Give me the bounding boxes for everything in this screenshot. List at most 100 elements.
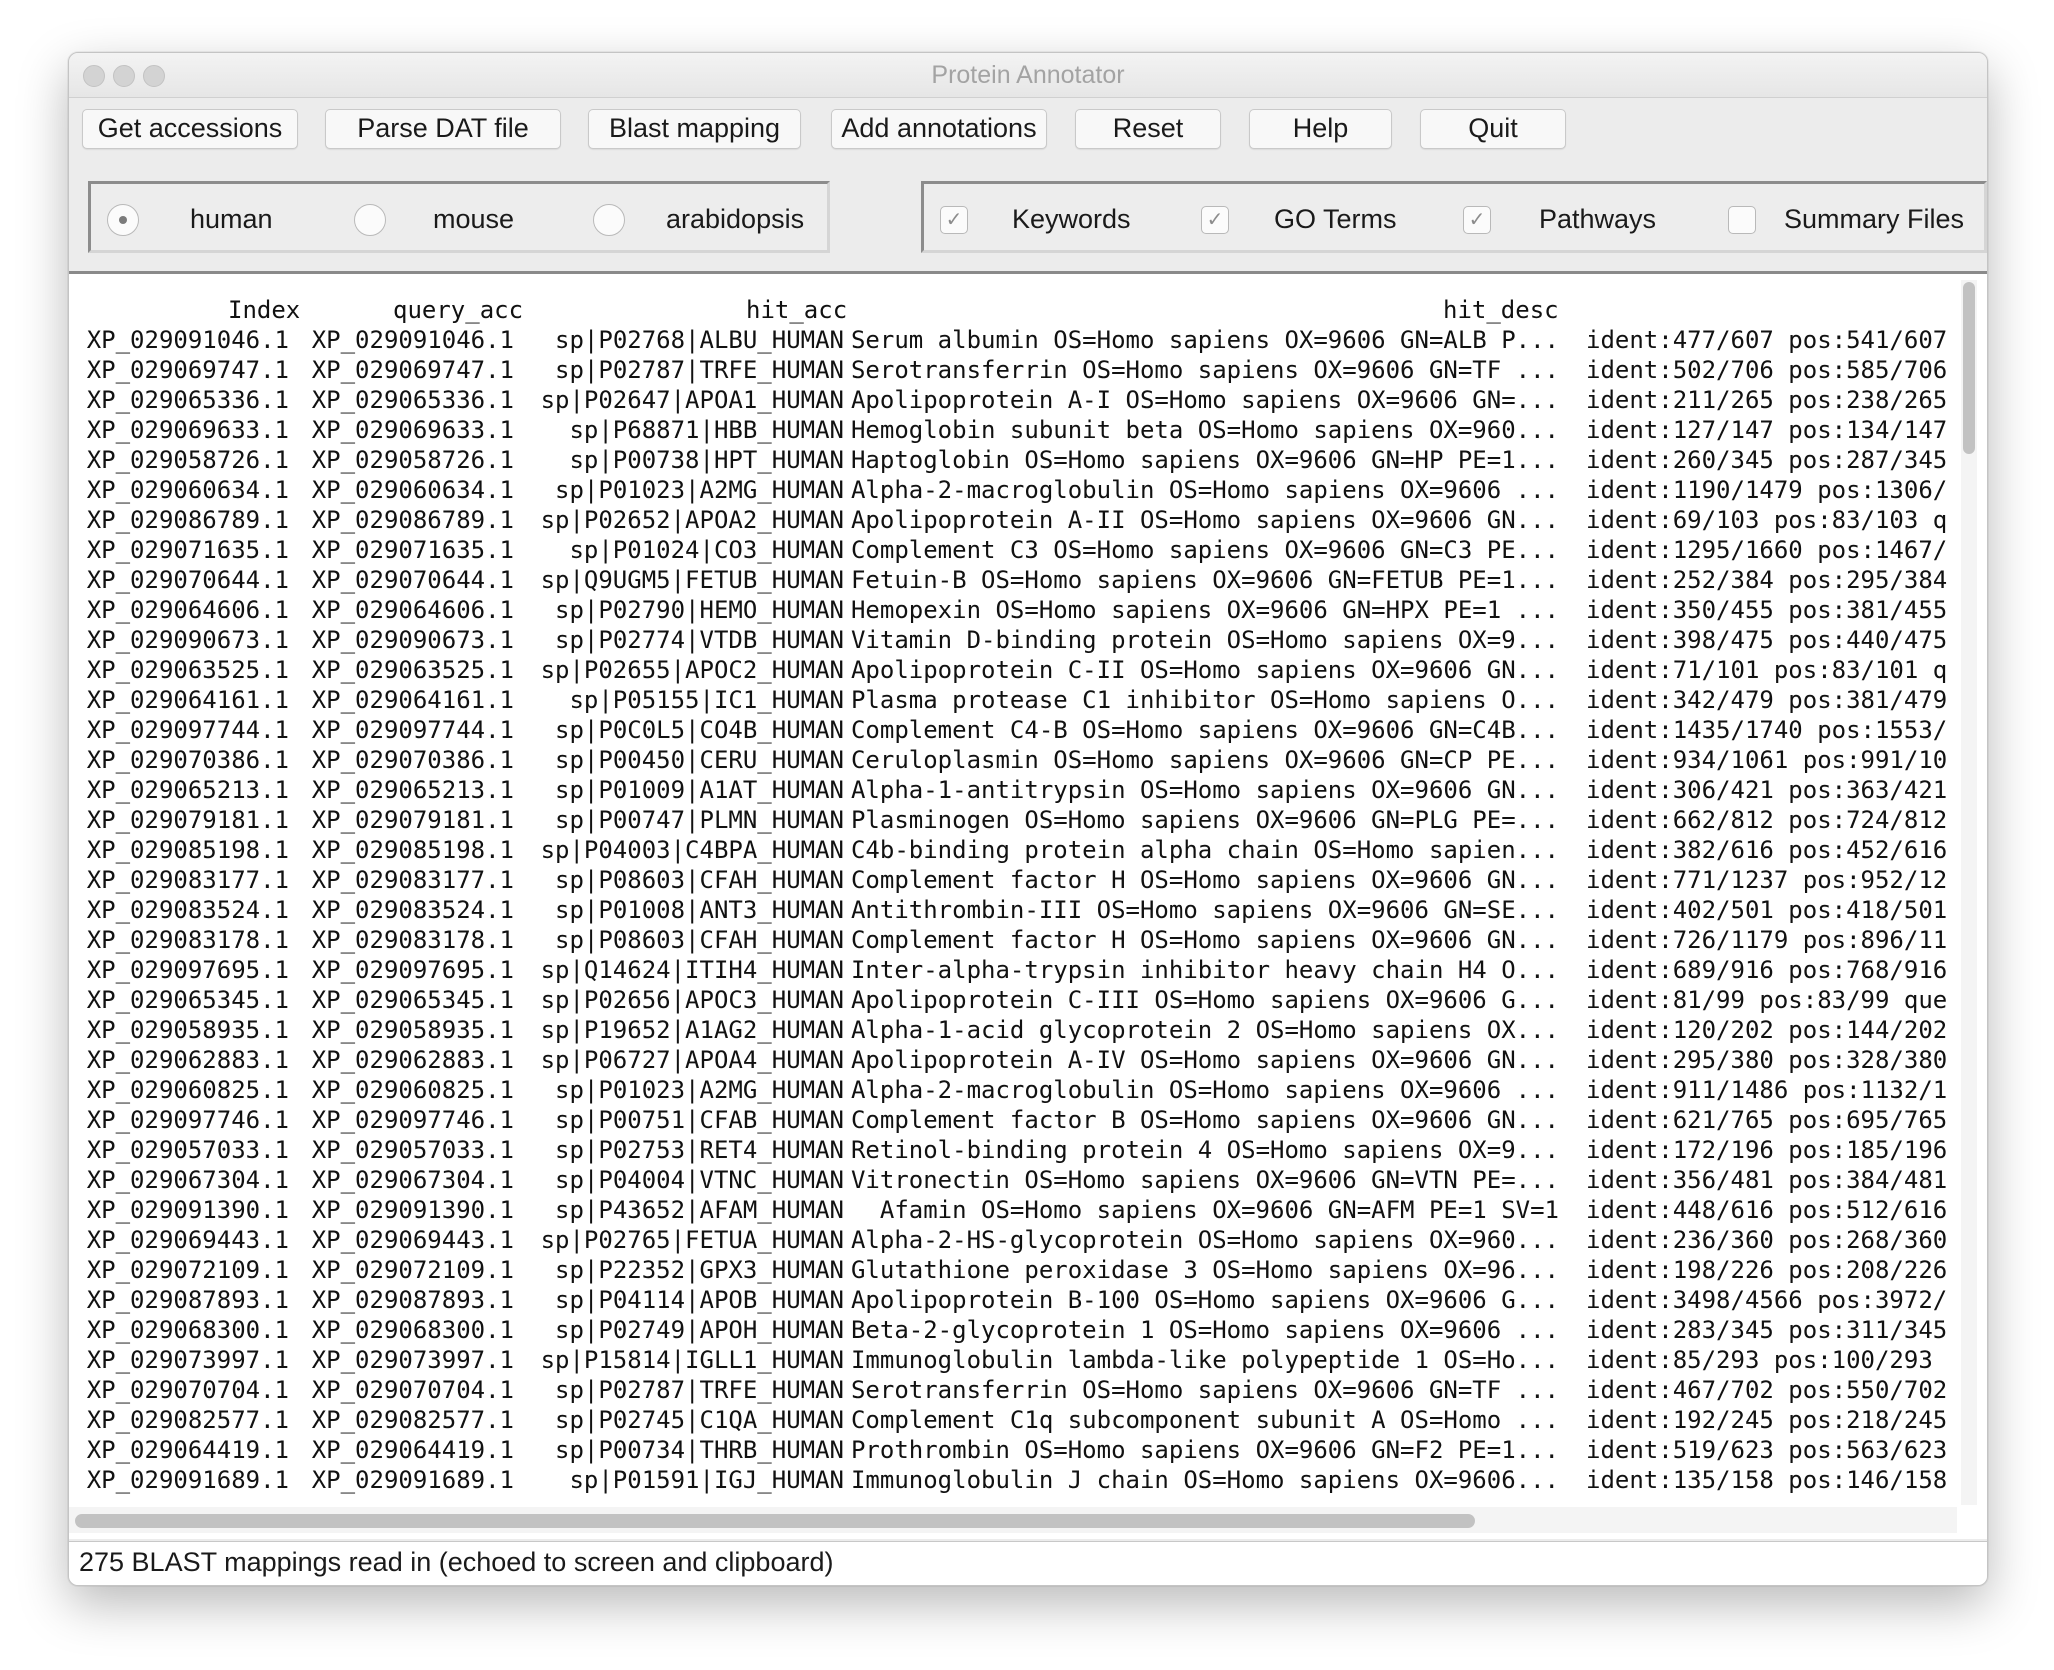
column-header-query-acc: query_acc — [393, 296, 524, 324]
vertical-scrollbar[interactable] — [1961, 280, 1977, 1505]
cell-query-acc: XP_029083178.1 — [311, 926, 514, 954]
summary-files-checkbox[interactable] — [1728, 206, 1756, 234]
cell-query-acc: XP_029065336.1 — [311, 386, 514, 414]
table-row[interactable]: XP_029062883.1 XP_029062883.1 sp|P06727|AP… — [69, 1046, 1957, 1076]
radio-human[interactable] — [107, 204, 139, 236]
radio-label-human[interactable]: human — [190, 204, 273, 235]
table-row[interactable]: XP_029065213.1 XP_029065213.1 sp|P01009|A1… — [69, 776, 1957, 806]
table-row[interactable]: XP_029060825.1 XP_029060825.1 sp|P01023|A2… — [69, 1076, 1957, 1106]
cell-query-acc: XP_029097695.1 — [311, 956, 514, 984]
table-row[interactable]: XP_029085198.1 XP_029085198.1 sp|P04003|C4… — [69, 836, 1957, 866]
table-row[interactable]: XP_029097746.1 XP_029097746.1 sp|P00751|CF… — [69, 1106, 1957, 1136]
radio-label-arabidopsis[interactable]: arabidopsis — [666, 204, 804, 235]
vertical-scroll-thumb[interactable] — [1963, 282, 1975, 454]
table-row[interactable]: XP_029068300.1 XP_029068300.1 sp|P02749|AP… — [69, 1316, 1957, 1346]
cell-query-acc: XP_029064161.1 — [311, 686, 514, 714]
table-row[interactable]: XP_029065345.1 XP_029065345.1 sp|P02656|AP… — [69, 986, 1957, 1016]
table-row[interactable]: XP_029087893.1 XP_029087893.1 sp|P04114|AP… — [69, 1286, 1957, 1316]
cell-index: XP_029083524.1 — [86, 896, 289, 924]
cell-hit-acc: sp|P00738|HPT_HUMAN — [569, 446, 844, 474]
go-terms-checkbox[interactable]: ✓ — [1201, 206, 1229, 234]
cell-query-acc: XP_029069633.1 — [311, 416, 514, 444]
quit-button[interactable]: Quit — [1420, 109, 1566, 149]
cell-index: XP_029069443.1 — [86, 1226, 289, 1254]
table-row[interactable]: XP_029083177.1 XP_029083177.1 sp|P08603|CF… — [69, 866, 1957, 896]
cell-alignment-stats: ident:192/245 pos:218/245 — [1586, 1406, 1948, 1434]
cell-hit-acc: sp|P08603|CFAH_HUMAN — [555, 866, 844, 894]
table-row[interactable]: XP_029086789.1 XP_029086789.1 sp|P02652|AP… — [69, 506, 1957, 536]
horizontal-scroll-thumb[interactable] — [75, 1514, 1475, 1528]
table-row[interactable]: XP_029065336.1 XP_029065336.1 sp|P02647|AP… — [69, 386, 1957, 416]
table-row[interactable]: XP_029083524.1 XP_029083524.1 sp|P01008|AN… — [69, 896, 1957, 926]
cell-index: XP_029064161.1 — [86, 686, 289, 714]
keywords-label[interactable]: Keywords — [1012, 204, 1131, 235]
cell-hit-acc: sp|P68871|HBB_HUMAN — [569, 416, 844, 444]
pathways-label[interactable]: Pathways — [1539, 204, 1656, 235]
table-row[interactable]: XP_029063525.1 XP_029063525.1 sp|P02655|AP… — [69, 656, 1957, 686]
table-row[interactable]: XP_029058935.1 XP_029058935.1 sp|P19652|A1… — [69, 1016, 1957, 1046]
reset-button[interactable]: Reset — [1075, 109, 1221, 149]
table-row[interactable]: XP_029091046.1 XP_029091046.1 sp|P02768|AL… — [69, 326, 1957, 356]
table-row[interactable]: XP_029060634.1 XP_029060634.1 sp|P01023|A2… — [69, 476, 1957, 506]
radio-label-mouse[interactable]: mouse — [433, 204, 514, 235]
cell-query-acc: XP_029085198.1 — [311, 836, 514, 864]
table-row[interactable]: XP_029064606.1 XP_029064606.1 sp|P02790|HE… — [69, 596, 1957, 626]
output-options-group: ✓ Keywords ✓ GO Terms ✓ Pathways Summary… — [921, 181, 1987, 253]
table-row[interactable]: XP_029097695.1 XP_029097695.1 sp|Q14624|IT… — [69, 956, 1957, 986]
cell-hit-acc: sp|P02652|APOA2_HUMAN — [540, 506, 844, 534]
cell-hit-acc: sp|P43652|AFAM_HUMAN — [555, 1196, 844, 1224]
cell-hit-desc: Afamin OS=Homo sapiens OX=9606 GN=AFM PE… — [879, 1196, 1559, 1224]
cell-query-acc: XP_029063525.1 — [311, 656, 514, 684]
table-row[interactable]: XP_029058726.1 XP_029058726.1 sp|P00738|HP… — [69, 446, 1957, 476]
table-row[interactable]: XP_029069633.1 XP_029069633.1 sp|P68871|HB… — [69, 416, 1957, 446]
cell-hit-desc: C4b-binding protein alpha chain OS=Homo … — [850, 836, 1559, 864]
table-row[interactable]: XP_029072109.1 XP_029072109.1 sp|P22352|GP… — [69, 1256, 1957, 1286]
radio-mouse[interactable] — [354, 204, 386, 236]
table-row[interactable]: XP_029097744.1 XP_029097744.1 sp|P0C0L5|CO… — [69, 716, 1957, 746]
cell-hit-desc: Prothrombin OS=Homo sapiens OX=9606 GN=F… — [850, 1436, 1559, 1464]
table-row[interactable]: XP_029090673.1 XP_029090673.1 sp|P02774|VT… — [69, 626, 1957, 656]
add-annotations-button[interactable]: Add annotations — [831, 109, 1047, 149]
cell-alignment-stats: ident:71/101 pos:83/101 q — [1586, 656, 1948, 684]
table-row[interactable]: XP_029064419.1 XP_029064419.1 sp|P00734|TH… — [69, 1436, 1957, 1466]
table-row[interactable]: XP_029070644.1 XP_029070644.1 sp|Q9UGM5|FE… — [69, 566, 1957, 596]
keywords-checkbox[interactable]: ✓ — [940, 206, 968, 234]
cell-hit-acc: sp|P02655|APOC2_HUMAN — [540, 656, 844, 684]
cell-index: XP_029086789.1 — [86, 506, 289, 534]
blast-mapping-button[interactable]: Blast mapping — [588, 109, 801, 149]
cell-query-acc: XP_029069747.1 — [311, 356, 514, 384]
cell-query-acc: XP_029058935.1 — [311, 1016, 514, 1044]
table-row[interactable]: XP_029082577.1 XP_029082577.1 sp|P02745|C1… — [69, 1406, 1957, 1436]
table-row[interactable]: XP_029069443.1 XP_029069443.1 sp|P02765|FE… — [69, 1226, 1957, 1256]
table-row[interactable]: XP_029083178.1 XP_029083178.1 sp|P08603|CF… — [69, 926, 1957, 956]
cell-hit-desc: Serotransferrin OS=Homo sapiens OX=9606 … — [850, 1376, 1559, 1404]
horizontal-scrollbar[interactable] — [69, 1507, 1957, 1533]
table-row[interactable]: XP_029069747.1 XP_029069747.1 sp|P02787|TR… — [69, 356, 1957, 386]
cell-hit-desc: Serotransferrin OS=Homo sapiens OX=9606 … — [850, 356, 1559, 384]
results-table[interactable]: Index query_acc hit_acc hit_desc XP_0290… — [69, 271, 1987, 1539]
radio-arabidopsis[interactable] — [593, 204, 625, 236]
go-terms-label[interactable]: GO Terms — [1274, 204, 1397, 235]
table-row[interactable]: XP_029057033.1 XP_029057033.1 sp|P02753|RE… — [69, 1136, 1957, 1166]
cell-index: XP_029070704.1 — [86, 1376, 289, 1404]
table-row[interactable]: XP_029071635.1 XP_029071635.1 sp|P01024|CO… — [69, 536, 1957, 566]
table-row[interactable]: XP_029091390.1 XP_029091390.1 sp|P43652|AF… — [69, 1196, 1957, 1226]
help-button[interactable]: Help — [1249, 109, 1392, 149]
cell-query-acc: XP_029083177.1 — [311, 866, 514, 894]
cell-query-acc: XP_029091689.1 — [311, 1466, 514, 1494]
table-row[interactable]: XP_029064161.1 XP_029064161.1 sp|P05155|IC… — [69, 686, 1957, 716]
cell-hit-desc: Ceruloplasmin OS=Homo sapiens OX=9606 GN… — [850, 746, 1559, 774]
table-row[interactable]: XP_029070704.1 XP_029070704.1 sp|P02787|TR… — [69, 1376, 1957, 1406]
table-row[interactable]: XP_029073997.1 XP_029073997.1 sp|P15814|IG… — [69, 1346, 1957, 1376]
title-bar: Protein Annotator — [69, 53, 1987, 98]
summary-files-label[interactable]: Summary Files — [1784, 204, 1964, 235]
pathways-checkbox[interactable]: ✓ — [1463, 206, 1491, 234]
table-row[interactable]: XP_029091689.1 XP_029091689.1 sp|P01591|IG… — [69, 1466, 1957, 1496]
get-accessions-button[interactable]: Get accessions — [82, 109, 298, 149]
table-row[interactable]: XP_029070386.1 XP_029070386.1 sp|P00450|CE… — [69, 746, 1957, 776]
table-row[interactable]: XP_029067304.1 XP_029067304.1 sp|P04004|VT… — [69, 1166, 1957, 1196]
parse-dat-file-button[interactable]: Parse DAT file — [325, 109, 561, 149]
table-row[interactable]: XP_029079181.1 XP_029079181.1 sp|P00747|PL… — [69, 806, 1957, 836]
cell-hit-desc: Immunoglobulin lambda-like polypeptide 1… — [850, 1346, 1559, 1374]
cell-index: XP_029087893.1 — [86, 1286, 289, 1314]
